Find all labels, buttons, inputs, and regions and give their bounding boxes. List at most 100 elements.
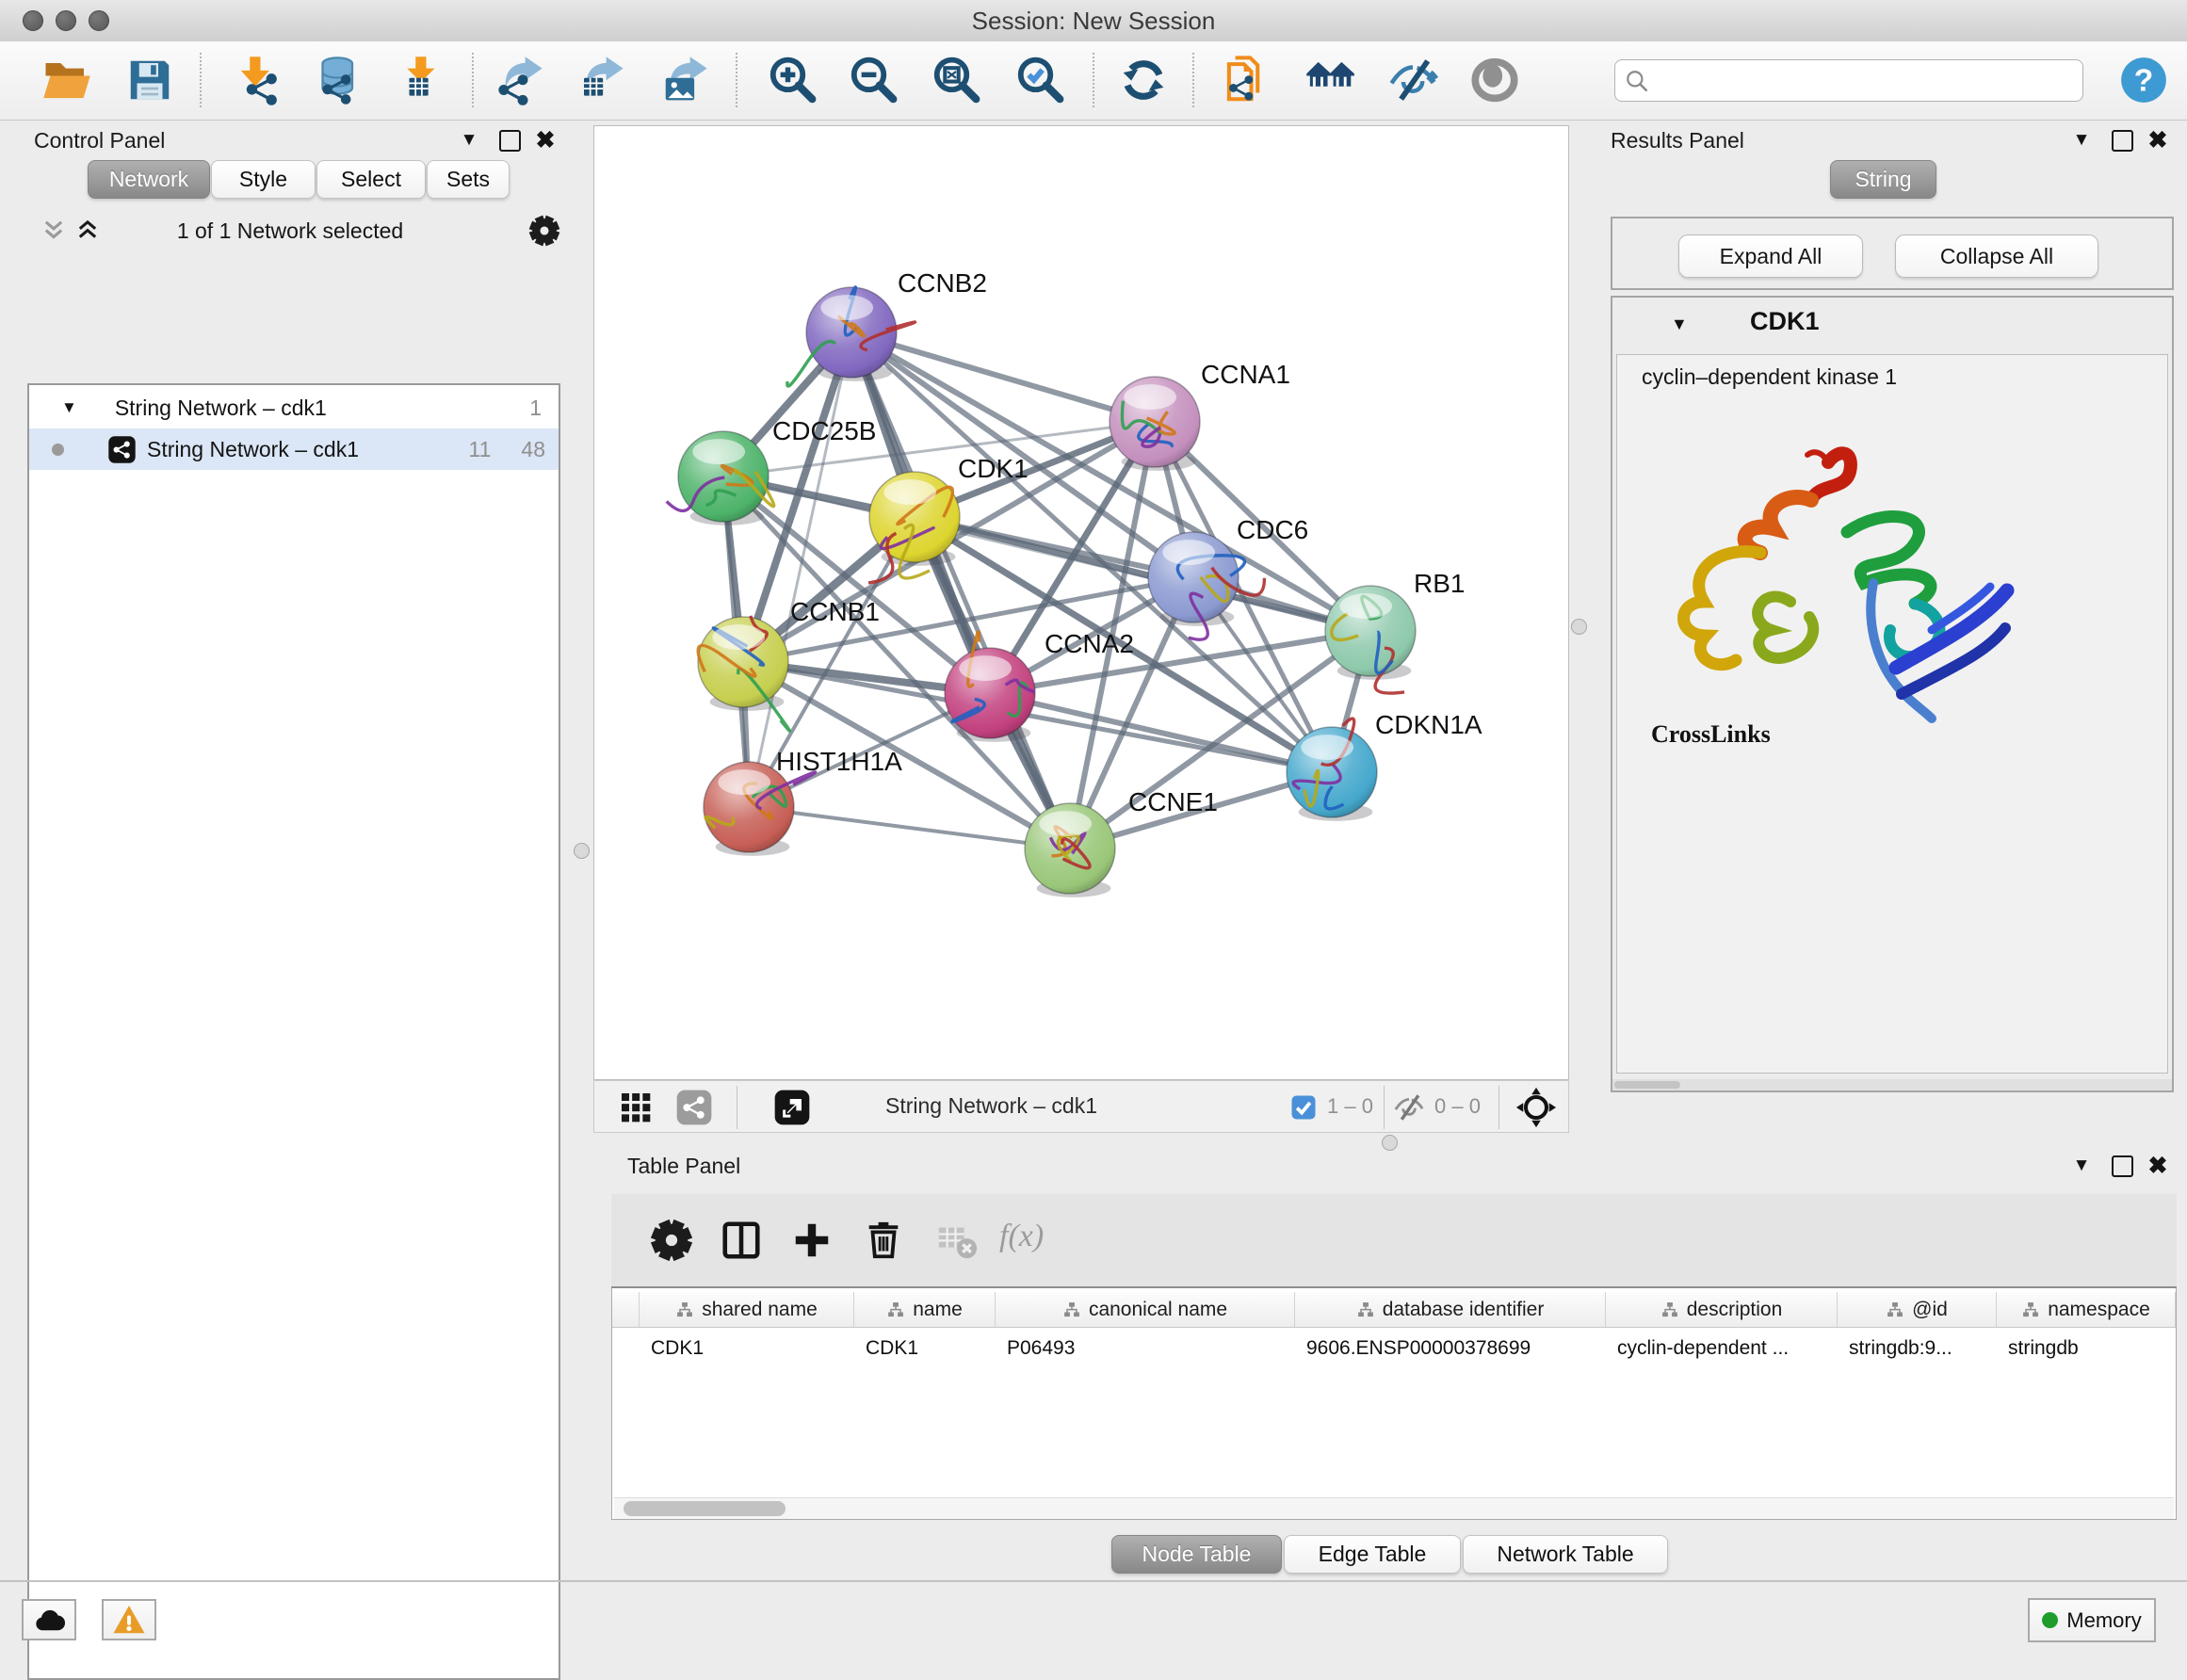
control-panel-close-button[interactable]: ✖ xyxy=(533,125,558,155)
column-header-namespace[interactable]: namespace xyxy=(1997,1292,2176,1327)
column-header-description[interactable]: description xyxy=(1606,1292,1838,1327)
network-tree: ▼ String Network – cdk1 1 String Network… xyxy=(27,383,560,1680)
left-splitter-handle[interactable] xyxy=(574,843,590,859)
results-panel-close-button[interactable]: ✖ xyxy=(2146,125,2170,155)
table-header-row: shared name name canonical name database id… xyxy=(612,1292,2176,1328)
warnings-button[interactable] xyxy=(102,1599,156,1640)
import-table-button[interactable] xyxy=(397,55,447,105)
table-row[interactable]: CDK1CDK1P064939606.ENSP00000378699cyclin… xyxy=(612,1328,2176,1369)
tab-string[interactable]: String xyxy=(1830,160,1936,199)
column-header-canonical-name[interactable]: canonical name xyxy=(996,1292,1295,1327)
column-header-name[interactable]: name xyxy=(854,1292,996,1327)
import-network-file-button[interactable] xyxy=(231,55,282,105)
import-network-database-button[interactable] xyxy=(310,55,361,105)
column-label: shared name xyxy=(702,1299,818,1321)
toolbar-separator xyxy=(736,53,737,107)
right-splitter-handle[interactable] xyxy=(1571,619,1587,635)
search-box[interactable] xyxy=(1614,59,2083,102)
section-collapse-icon[interactable]: ▼ xyxy=(1671,315,1688,334)
column-header--id[interactable]: @id xyxy=(1838,1292,1997,1327)
crosshair-icon[interactable] xyxy=(1515,1087,1557,1128)
memory-button[interactable]: Memory xyxy=(2028,1598,2156,1642)
edge-CCNA2-CDKN1A[interactable] xyxy=(990,693,1332,772)
column-header-database-identifier[interactable]: database identifier xyxy=(1295,1292,1606,1327)
search-input[interactable] xyxy=(1657,68,2073,94)
tree-expander-icon[interactable]: ▼ xyxy=(61,398,77,417)
network-collection-row[interactable]: ▼ String Network – cdk1 1 xyxy=(29,387,559,428)
warning-icon xyxy=(112,1603,146,1637)
open-session-button[interactable] xyxy=(41,55,92,105)
zoom-out-button[interactable] xyxy=(848,55,899,105)
control-panel: Control Panel ▼ ✖ NetworkStyleSelectSets… xyxy=(8,125,565,1580)
network-thumbnail-icon[interactable] xyxy=(675,1089,713,1126)
tab-select[interactable]: Select xyxy=(316,160,426,199)
results-scrollbar-thumb[interactable] xyxy=(1614,1081,1680,1089)
zoom-in-button[interactable] xyxy=(767,55,818,105)
tab-node-table[interactable]: Node Table xyxy=(1111,1535,1282,1574)
column-label: canonical name xyxy=(1089,1299,1227,1321)
birds-eye-view-icon[interactable] xyxy=(617,1089,655,1126)
function-builder-button: f(x) xyxy=(999,1219,1044,1254)
statusbar-divider xyxy=(0,1580,2187,1582)
search-icon xyxy=(1625,69,1649,93)
node-CCNA2[interactable] xyxy=(945,632,1035,742)
network-row-selected[interactable]: String Network – cdk1 11 48 xyxy=(29,428,559,470)
horizontal-splitter-handle[interactable] xyxy=(1382,1135,1398,1151)
toolbar-separator xyxy=(472,53,474,107)
node-CCNA1[interactable] xyxy=(1110,377,1200,471)
table-gear-icon[interactable] xyxy=(650,1219,693,1262)
node-CCNE1[interactable] xyxy=(1025,803,1115,897)
control-panel-float-menu[interactable]: ▼ xyxy=(457,125,481,155)
results-panel-float-button[interactable] xyxy=(2112,125,2133,155)
add-column-icon[interactable] xyxy=(790,1219,834,1262)
string-import-button[interactable] xyxy=(1222,55,1272,105)
node-CDC6[interactable] xyxy=(1148,532,1264,639)
table-panel-float-button[interactable] xyxy=(2112,1151,2133,1181)
help-button[interactable]: ? xyxy=(2119,56,2168,105)
column-header-shared-name[interactable]: shared name xyxy=(640,1292,854,1327)
refresh-view-button[interactable] xyxy=(1118,55,1169,105)
table-panel-close-button[interactable]: ✖ xyxy=(2146,1151,2170,1181)
tab-edge-table[interactable]: Edge Table xyxy=(1284,1535,1461,1574)
node-CDKN1A[interactable] xyxy=(1287,719,1377,821)
expand-all-button[interactable]: Expand All xyxy=(1678,234,1863,278)
string-network-graph[interactable]: CCNB2CCNA1CDC25BCDK1CDC6RB1CCNB1CCNA2HIS… xyxy=(594,126,1568,1079)
edge-CCNE1-HIST1H1A[interactable] xyxy=(749,807,1070,848)
home-pages-button[interactable] xyxy=(1304,55,1355,105)
tab-network-table[interactable]: Network Table xyxy=(1463,1535,1668,1574)
column-header-gutter[interactable] xyxy=(612,1292,640,1327)
show-columns-icon[interactable] xyxy=(720,1219,763,1262)
node-CDK1[interactable] xyxy=(868,472,960,583)
tab-sets[interactable]: Sets xyxy=(427,160,510,199)
show-display-button[interactable] xyxy=(1469,55,1520,105)
zoom-fit-button[interactable] xyxy=(931,55,981,105)
hide-display-button[interactable] xyxy=(1387,55,1438,105)
control-panel-title: Control Panel xyxy=(34,128,165,153)
table-hscrollbar-thumb[interactable] xyxy=(624,1501,786,1516)
results-scrollbar-track[interactable] xyxy=(1612,1079,2172,1090)
gear-icon[interactable] xyxy=(528,215,560,247)
tab-network[interactable]: Network xyxy=(88,160,210,199)
node-CDC25B[interactable] xyxy=(667,431,774,525)
collapse-all-button[interactable]: Collapse All xyxy=(1895,234,2098,278)
node-RB1[interactable] xyxy=(1325,586,1416,693)
table-panel-header: Table Panel ▼ ✖ xyxy=(593,1151,2187,1192)
control-panel-float-button[interactable] xyxy=(499,125,521,155)
save-session-button[interactable] xyxy=(124,55,175,105)
export-image-button[interactable] xyxy=(659,55,710,105)
zoom-selected-button[interactable] xyxy=(1014,55,1065,105)
export-table-button[interactable] xyxy=(575,55,626,105)
results-panel-float-menu[interactable]: ▼ xyxy=(2069,125,2094,155)
delete-column-icon[interactable] xyxy=(862,1219,905,1262)
table-hscrollbar[interactable] xyxy=(614,1497,2174,1519)
string-network-icon xyxy=(107,435,137,464)
export-network-button[interactable] xyxy=(494,55,545,105)
cloud-status-button[interactable] xyxy=(22,1599,76,1640)
table-panel-float-menu[interactable]: ▼ xyxy=(2069,1151,2094,1181)
selected-checkbox-icon[interactable] xyxy=(1289,1093,1318,1122)
detach-view-icon[interactable] xyxy=(773,1089,811,1126)
tab-style[interactable]: Style xyxy=(211,160,316,199)
node-label-CDC25B: CDC25B xyxy=(772,416,876,445)
network-canvas[interactable]: CCNB2CCNA1CDC25BCDK1CDC6RB1CCNB1CCNA2HIS… xyxy=(593,125,1569,1080)
save-icon xyxy=(124,55,175,110)
